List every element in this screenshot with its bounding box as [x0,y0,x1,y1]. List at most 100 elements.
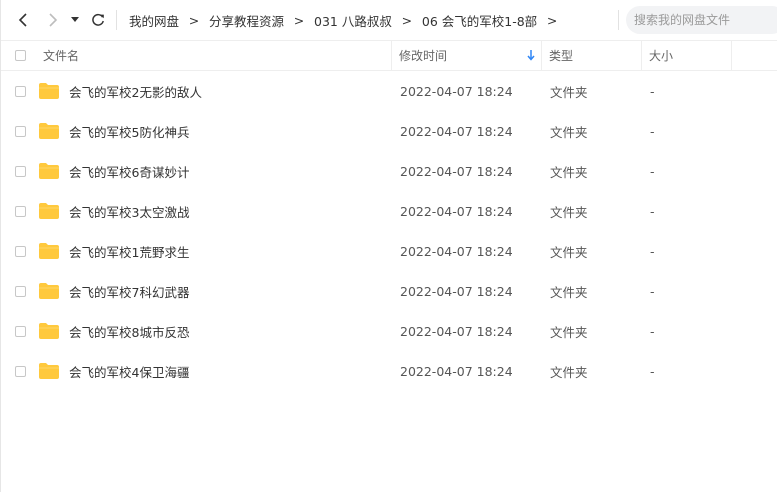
table-row[interactable]: 会飞的军校3太空激战 2022-04-07 18:24 文件夹 - [1,191,777,231]
navigation-bar: 我的网盘 > 分享教程资源 > 031 八路叔叔 > 06 会飞的军校1-8部 … [1,0,777,40]
column-header-size[interactable]: 大小 [649,41,673,70]
table-row[interactable]: 会飞的军校8城市反恐 2022-04-07 18:24 文件夹 - [1,311,777,351]
table-row[interactable]: 会飞的军校1荒野求生 2022-04-07 18:24 文件夹 - [1,231,777,271]
row-checkbox[interactable] [15,205,26,217]
folder-icon [38,191,60,231]
column-header-mtime-label: 修改时间 [399,49,448,63]
caret-down-icon [71,17,79,22]
file-mtime: 2022-04-07 18:24 [400,243,513,259]
toolbar-divider [618,10,619,30]
file-name[interactable]: 会飞的军校1荒野求生 [69,231,189,271]
file-type: 文件夹 [550,84,588,100]
history-dropdown-button[interactable] [68,10,82,30]
row-checkbox-cell [15,71,26,111]
file-mtime: 2022-04-07 18:24 [400,283,513,299]
forward-button[interactable] [43,10,63,30]
row-checkbox[interactable] [15,165,26,177]
file-type: 文件夹 [550,364,588,380]
row-checkbox-cell [15,311,26,351]
column-divider [391,41,392,70]
file-name[interactable]: 会飞的军校8城市反恐 [69,311,189,351]
file-type: 文件夹 [550,284,588,300]
file-name[interactable]: 会飞的军校7科幻武器 [69,271,189,311]
breadcrumb-separator: > [546,12,558,28]
row-checkbox[interactable] [15,325,26,337]
table-row[interactable]: 会飞的军校7科幻武器 2022-04-07 18:24 文件夹 - [1,271,777,311]
back-button[interactable] [13,10,33,30]
file-type: 文件夹 [550,244,588,260]
file-size: - [650,323,655,339]
file-size: - [650,243,655,259]
chevron-left-icon [18,13,27,27]
breadcrumb-item-shared-resources[interactable]: 分享教程资源 [209,11,284,30]
folder-icon [38,271,60,311]
row-checkbox[interactable] [15,285,26,297]
breadcrumb-item-uncle-balu[interactable]: 031 八路叔叔 [314,11,392,30]
arrow-down-icon [527,50,535,61]
row-checkbox-cell [15,351,26,391]
file-size: - [650,203,655,219]
row-checkbox-cell [15,111,26,151]
row-checkbox-cell [15,191,26,231]
column-header-mtime[interactable]: 修改时间 [399,41,539,70]
breadcrumb-separator: > [293,12,305,28]
column-header-type[interactable]: 类型 [549,41,573,70]
breadcrumb-separator: > [401,12,413,28]
file-type: 文件夹 [550,324,588,340]
row-checkbox[interactable] [15,365,26,377]
select-all-checkbox[interactable] [15,50,26,61]
file-mtime: 2022-04-07 18:24 [400,163,513,179]
row-checkbox[interactable] [15,85,26,97]
search-box[interactable] [626,6,777,34]
search-input[interactable] [632,12,776,28]
folder-icon [38,311,60,351]
file-mtime: 2022-04-07 18:24 [400,83,513,99]
row-checkbox-cell [15,271,26,311]
folder-icon [38,231,60,271]
folder-icon [38,151,60,191]
table-header: 文件名 修改时间 类型 大小 [1,40,777,71]
file-size: - [650,123,655,139]
folder-icon [38,111,60,151]
column-divider [641,41,642,70]
folder-icon [38,71,60,111]
file-type: 文件夹 [550,204,588,220]
file-mtime: 2022-04-07 18:24 [400,123,513,139]
file-size: - [650,363,655,379]
file-name[interactable]: 会飞的军校3太空激战 [69,191,189,231]
breadcrumb-item-my-drive[interactable]: 我的网盘 [129,11,179,30]
row-checkbox[interactable] [15,245,26,257]
file-name[interactable]: 会飞的军校4保卫海疆 [69,351,189,391]
file-type: 文件夹 [550,164,588,180]
breadcrumb-separator: > [188,12,200,28]
column-divider [541,41,542,70]
file-size: - [650,283,655,299]
breadcrumb: 我的网盘 > 分享教程资源 > 031 八路叔叔 > 06 会飞的军校1-8部 … [129,0,567,40]
refresh-icon [92,13,104,26]
breadcrumb-item-current-folder[interactable]: 06 会飞的军校1-8部 [422,11,537,30]
file-type: 文件夹 [550,124,588,140]
row-checkbox-cell [15,231,26,271]
table-row[interactable]: 会飞的军校2无影的敌人 2022-04-07 18:24 文件夹 - [1,71,777,111]
file-name[interactable]: 会飞的军校2无影的敌人 [69,71,202,111]
table-row[interactable]: 会飞的军校6奇谋妙计 2022-04-07 18:24 文件夹 - [1,151,777,191]
file-browser-window: 我的网盘 > 分享教程资源 > 031 八路叔叔 > 06 会飞的军校1-8部 … [0,0,777,492]
file-mtime: 2022-04-07 18:24 [400,323,513,339]
chevron-right-icon [49,13,58,27]
row-checkbox-cell [15,151,26,191]
file-size: - [650,163,655,179]
folder-icon [38,351,60,391]
column-divider [731,41,732,70]
table-row[interactable]: 会飞的军校5防化神兵 2022-04-07 18:24 文件夹 - [1,111,777,151]
file-size: - [650,83,655,99]
file-name[interactable]: 会飞的军校5防化神兵 [69,111,189,151]
file-mtime: 2022-04-07 18:24 [400,363,513,379]
column-header-name[interactable]: 文件名 [43,41,79,70]
select-all-cell [15,41,26,70]
row-checkbox[interactable] [15,125,26,137]
toolbar-divider [116,10,117,30]
table-row[interactable]: 会飞的军校4保卫海疆 2022-04-07 18:24 文件夹 - [1,351,777,391]
refresh-button[interactable] [88,10,108,30]
file-name[interactable]: 会飞的军校6奇谋妙计 [69,151,189,191]
file-mtime: 2022-04-07 18:24 [400,203,513,219]
